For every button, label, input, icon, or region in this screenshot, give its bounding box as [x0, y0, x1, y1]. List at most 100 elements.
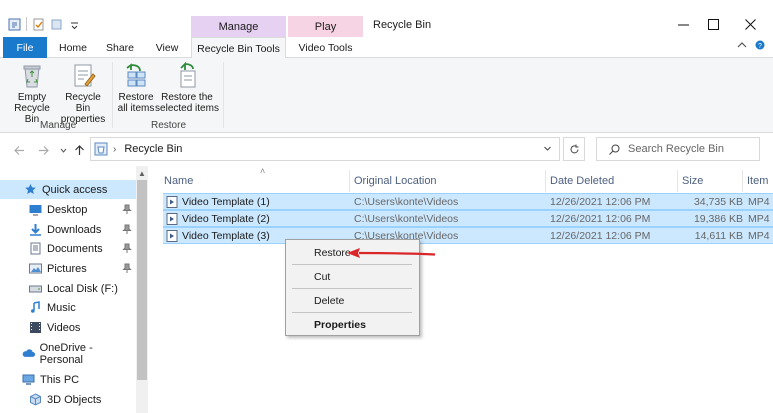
restore-selected-items-button[interactable]: Restore the selected items — [155, 62, 219, 114]
nav-label: Local Disk (F:) — [47, 282, 118, 295]
close-button[interactable] — [733, 12, 767, 36]
address-bar[interactable]: › Recycle Bin — [90, 137, 560, 161]
refresh-button[interactable] — [563, 137, 585, 161]
column-header-size[interactable]: Size — [678, 170, 743, 192]
file-name: Video Template (1) — [182, 196, 270, 208]
search-input[interactable] — [628, 143, 758, 155]
search-icon — [609, 144, 620, 155]
minimize-button[interactable] — [666, 12, 700, 36]
column-header-original-location[interactable]: Original Location — [350, 170, 546, 192]
file-original-location: C:\Users\konte\Videos — [354, 196, 459, 208]
cube-icon — [30, 393, 41, 406]
up-button[interactable] — [72, 143, 86, 157]
empty-recycle-bin-button[interactable]: Empty Recycle Bin — [6, 62, 58, 125]
drive-icon — [29, 285, 42, 293]
empty-label-1: Empty — [17, 92, 47, 103]
maximize-button[interactable] — [696, 12, 730, 36]
file-list: ˄ Name Original Location Date Deleted Si… — [148, 166, 773, 413]
nav-item-documents[interactable]: Documents — [0, 239, 136, 258]
nav-label: Desktop — [47, 203, 88, 216]
nav-item-videos[interactable]: Videos — [0, 318, 136, 337]
video-file-icon — [166, 230, 178, 242]
file-date-deleted: 12/26/2021 12:06 PM — [550, 230, 651, 242]
restore-all-items-button[interactable]: Restore all items — [116, 62, 156, 114]
nav-item-local-disk[interactable]: Local Disk (F:) — [0, 279, 136, 298]
menu-item-cut[interactable]: Cut — [314, 271, 330, 283]
file-name: Video Template (2) — [182, 213, 270, 225]
table-row[interactable]: Video Template (1) C:\Users\konte\Videos… — [163, 193, 773, 210]
tab-recycle-bin-tools[interactable]: Recycle Bin Tools — [191, 37, 286, 59]
tab-share[interactable]: Share — [98, 37, 142, 58]
column-header-item-type[interactable]: Item — [743, 170, 773, 192]
menu-item-properties[interactable]: Properties — [314, 319, 366, 331]
recycle-bin-properties-button[interactable]: Recycle Bin properties — [58, 62, 108, 125]
file-date-deleted: 12/26/2021 12:06 PM — [550, 196, 651, 208]
close-icon — [744, 18, 756, 30]
music-icon — [31, 301, 40, 313]
tab-file[interactable]: File — [3, 37, 47, 58]
scroll-up-icon[interactable]: ▲ — [138, 169, 146, 178]
pin-icon — [122, 263, 132, 273]
file-type: MP4 — [748, 230, 770, 242]
restore-all-label-1: Restore — [118, 92, 154, 103]
restore-selected-label-2: selected items — [155, 103, 219, 114]
window-title: Recycle Bin — [373, 19, 432, 31]
quick-access-toolbar — [8, 17, 81, 31]
file-size: 19,386 KB — [693, 213, 743, 225]
nav-label: OneDrive - Personal — [39, 341, 93, 366]
recycle-bin-icon — [94, 142, 108, 156]
nav-item-pictures[interactable]: Pictures — [0, 259, 136, 278]
menu-divider — [292, 288, 412, 289]
properties-icon[interactable] — [32, 18, 45, 31]
nav-item-onedrive[interactable]: OneDrive - Personal — [0, 341, 136, 366]
recycle-bin-icon — [23, 65, 41, 88]
nav-item-3d-objects[interactable]: 3D Objects — [0, 390, 136, 409]
nav-label: This PC — [40, 373, 80, 386]
customize-toolbar-icon[interactable] — [68, 18, 81, 31]
table-row[interactable]: Video Template (3) C:\Users\konte\Videos… — [163, 227, 773, 244]
nav-scrollbar-thumb[interactable] — [137, 180, 147, 380]
nav-item-desktop[interactable]: Desktop — [0, 200, 136, 219]
file-name: Video Template (3) — [182, 230, 270, 242]
search-box[interactable] — [596, 137, 760, 161]
group-label-manage: Manage — [40, 120, 77, 131]
nav-item-music[interactable]: Music — [0, 298, 136, 317]
file-size: 34,735 KB — [693, 196, 743, 208]
recent-locations-button[interactable] — [56, 143, 70, 157]
pin-icon — [122, 204, 132, 214]
props-label-1: Recycle Bin — [65, 92, 101, 114]
download-icon — [30, 224, 41, 236]
column-header-name[interactable]: ˄ Name — [160, 166, 350, 192]
tab-video-tools[interactable]: Video Tools — [288, 37, 363, 58]
explorer-icon — [8, 18, 21, 31]
pin-icon — [122, 224, 132, 234]
chevron-down-icon — [60, 148, 66, 153]
help-icon[interactable]: ? — [755, 40, 765, 50]
sort-ascending-icon: ˄ — [260, 166, 266, 176]
nav-item-quick-access[interactable]: Quick access — [0, 180, 136, 199]
table-row[interactable]: Video Template (2) C:\Users\konte\Videos… — [163, 210, 773, 227]
collapse-ribbon-icon[interactable] — [737, 40, 747, 50]
forward-button[interactable] — [36, 143, 50, 157]
back-button[interactable] — [12, 143, 26, 157]
nav-label: Quick access — [42, 183, 108, 196]
divider — [223, 62, 224, 128]
column-label: Date Deleted — [550, 175, 615, 187]
star-icon — [25, 184, 36, 194]
restore-all-icon — [126, 63, 146, 87]
tab-home[interactable]: Home — [51, 37, 95, 58]
pictures-icon — [29, 263, 42, 274]
computer-icon — [22, 374, 35, 385]
tab-view[interactable]: View — [145, 37, 189, 58]
chevron-down-icon[interactable] — [542, 143, 553, 154]
ribbon: Empty Recycle Bin Recycle Bin properties… — [0, 58, 773, 133]
minimize-icon — [677, 24, 689, 25]
new-folder-icon[interactable] — [50, 18, 63, 31]
nav-item-downloads[interactable]: Downloads — [0, 220, 136, 239]
divider — [26, 17, 27, 31]
column-label: Name — [164, 175, 194, 187]
nav-item-this-pc[interactable]: This PC — [0, 370, 136, 389]
navigation-bar: › Recycle Bin — [0, 133, 773, 166]
column-header-date-deleted[interactable]: Date Deleted — [546, 170, 678, 192]
menu-item-delete[interactable]: Delete — [314, 295, 344, 307]
